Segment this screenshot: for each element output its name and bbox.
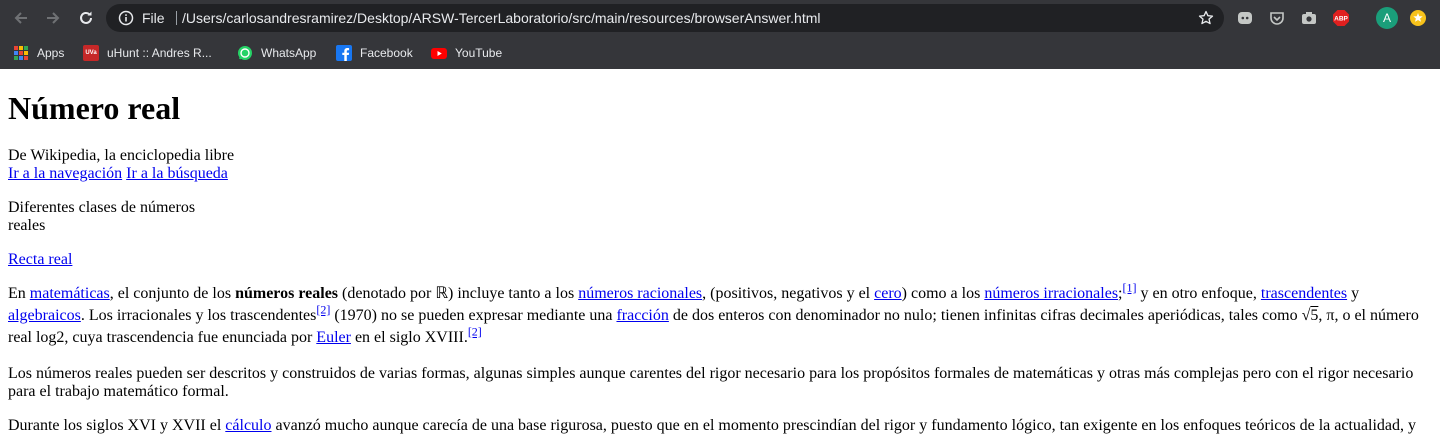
bookmarks-bar: Apps UVa uHunt :: Andres R... WhatsApp F…	[0, 36, 1440, 69]
pocket-icon	[1270, 12, 1284, 25]
back-button[interactable]	[10, 7, 32, 29]
extension-yellow[interactable]	[1409, 9, 1427, 27]
recta-real-link[interactable]: Recta real	[8, 251, 72, 268]
text: , el conjunto de los	[109, 285, 236, 302]
adblock-plus-icon: ABP	[1333, 10, 1349, 26]
page-title: Número real	[8, 90, 181, 126]
facebook-icon	[336, 45, 352, 61]
link-algebraicos[interactable]: algebraicos	[8, 307, 81, 324]
text: . Los irracionales y los trascendentes	[80, 307, 317, 324]
extension-discord[interactable]	[1236, 9, 1254, 27]
url-scheme-label: File	[142, 10, 165, 26]
link-numeros-irracionales[interactable]: números irracionales	[984, 285, 1118, 302]
address-bar[interactable]: File /Users/carlosandresramirez/Desktop/…	[106, 4, 1224, 32]
whatsapp-icon	[238, 46, 252, 60]
reference-link[interactable]: [2]	[316, 303, 330, 317]
skip-to-navigation-link[interactable]: Ir a la navegación	[8, 165, 122, 182]
intro-paragraph: En matemáticas, el conjunto de los númer…	[8, 281, 1432, 349]
bold-term: números reales	[235, 285, 339, 302]
reference-link[interactable]: [2]	[468, 325, 482, 339]
bookmark-label: uHunt :: Andres R...	[107, 46, 212, 60]
text: y en otro enfoque,	[1136, 285, 1261, 302]
reference-link[interactable]: [1]	[1123, 281, 1137, 295]
text: ) como a los	[901, 285, 985, 302]
svg-text:UVa: UVa	[85, 50, 97, 56]
bookmark-facebook[interactable]: Facebook	[336, 44, 413, 62]
emoji-extension-icon	[1410, 10, 1426, 26]
profile-avatar[interactable]: A	[1376, 7, 1398, 29]
url-text[interactable]: /Users/carlosandresramirez/Desktop/ARSW-…	[182, 4, 821, 32]
image-caption: Diferentes clases de números reales	[8, 199, 1432, 235]
bookmark-uhunt[interactable]: UVa uHunt :: Andres R...	[83, 44, 212, 62]
browser-chrome: File /Users/carlosandresramirez/Desktop/…	[0, 0, 1440, 69]
reload-icon	[80, 11, 92, 24]
link-numeros-racionales[interactable]: números racionales	[578, 285, 702, 302]
bookmark-label: YouTube	[455, 46, 503, 60]
uva-icon: UVa	[83, 45, 99, 61]
extension-pocket[interactable]	[1268, 9, 1286, 27]
article-subtitle: De Wikipedia, la enciclopedia libre	[8, 147, 235, 164]
bookmark-label: Apps	[37, 46, 65, 60]
skip-to-search-link[interactable]: Ir a la búsqueda	[126, 165, 228, 182]
link-trascendentes[interactable]: trascendentes	[1261, 285, 1347, 302]
back-arrow-icon	[14, 12, 27, 24]
browser-toolbar: File /Users/carlosandresramirez/Desktop/…	[0, 0, 1440, 36]
bookmark-label: WhatsApp	[261, 46, 317, 60]
forward-button[interactable]	[42, 7, 64, 29]
text: en el siglo XVIII.	[350, 329, 468, 346]
image-caption-line-1: Diferentes clases de números	[8, 199, 196, 216]
text: de dos enteros con denominador no nulo; …	[668, 307, 1311, 324]
avatar: A	[1376, 7, 1398, 29]
text: , (positivos, negativos y el	[702, 285, 875, 302]
text: Durante los siglos XVI y XVII el	[8, 417, 226, 434]
youtube-icon	[431, 48, 447, 59]
link-euler[interactable]: Euler	[316, 329, 351, 346]
bookmark-label: Facebook	[360, 46, 413, 60]
image-caption-line-2: reales	[8, 217, 46, 234]
recta-real-paragraph: Recta real	[8, 251, 1432, 269]
link-calculo[interactable]: cálculo	[225, 417, 271, 434]
reload-button[interactable]	[75, 7, 97, 29]
page-content: Número real De Wikipedia, la enciclopedi…	[0, 90, 1440, 435]
camera-icon	[1302, 12, 1316, 24]
bookmark-apps[interactable]: Apps	[14, 44, 64, 62]
text: En	[8, 285, 30, 302]
forward-arrow-icon	[47, 12, 60, 24]
extension-adblock-plus[interactable]: ABP	[1332, 9, 1350, 27]
svg-text:ABP: ABP	[1334, 16, 1348, 23]
text: (1970) no se pueden expresar mediante un…	[330, 307, 617, 324]
bookmark-youtube[interactable]: YouTube	[431, 44, 502, 62]
link-matematicas[interactable]: matemáticas	[30, 285, 110, 302]
bookmark-whatsapp[interactable]: WhatsApp	[237, 44, 316, 62]
text: (denotado por ℝ) incluye tanto a los	[338, 285, 579, 302]
url-separator	[176, 11, 177, 25]
bookmark-star-icon[interactable]	[1198, 10, 1214, 26]
info-icon[interactable]	[118, 10, 134, 26]
third-paragraph: Durante los siglos XVI y XVII el cálculo…	[8, 417, 1432, 435]
svg-text:A: A	[1383, 11, 1391, 25]
second-paragraph: Los números reales pueden ser descritos …	[8, 365, 1414, 400]
apps-grid-icon	[14, 46, 28, 60]
link-fraccion[interactable]: fracción	[616, 307, 668, 324]
text: y	[1347, 285, 1360, 302]
text: avanzó mucho aunque carecía de una base …	[271, 417, 1416, 434]
extension-screenshot[interactable]	[1300, 9, 1318, 27]
link-cero[interactable]: cero	[874, 285, 902, 302]
discord-icon	[1238, 12, 1252, 24]
skip-links: Ir a la navegación Ir a la búsqueda	[8, 165, 1432, 183]
